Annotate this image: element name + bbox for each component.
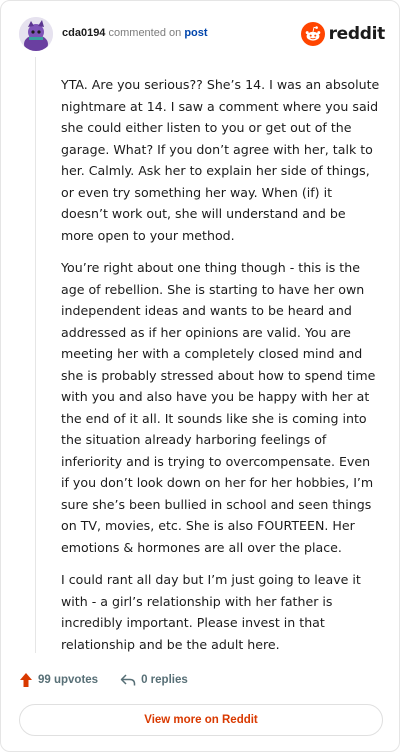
reply-button[interactable]: 0 replies bbox=[120, 673, 188, 687]
upvote-button[interactable]: 99 upvotes bbox=[19, 672, 98, 688]
avatar[interactable] bbox=[19, 17, 53, 51]
comment-paragraph: YTA. Are you serious?? She’s 14. I was a… bbox=[61, 77, 380, 243]
avatar-icon bbox=[19, 17, 53, 51]
comment-paragraph: You’re right about one thing though - th… bbox=[61, 260, 376, 555]
reddit-snoo-icon bbox=[300, 22, 325, 46]
upvote-count: 99 upvotes bbox=[38, 674, 99, 686]
view-more-button[interactable]: View more on Reddit bbox=[19, 704, 383, 736]
comment-body: YTA. Are you serious?? She’s 14. I was a… bbox=[61, 74, 381, 666]
reply-count: 0 replies bbox=[141, 674, 188, 686]
comment-footer: 99 upvotes 0 replies bbox=[19, 669, 210, 691]
thread-line bbox=[35, 57, 36, 653]
post-link[interactable]: post bbox=[184, 27, 207, 39]
action-text: commented on bbox=[108, 27, 182, 39]
brand-name: reddit bbox=[328, 24, 386, 44]
username-link[interactable]: cda0194 bbox=[62, 27, 105, 39]
upvote-arrow-icon bbox=[20, 673, 32, 687]
comment-meta: cda0194 commented on post bbox=[62, 27, 208, 39]
comment-header: cda0194 commented on post reddit bbox=[19, 17, 385, 53]
comment-paragraph: I could rant all day but I’m just going … bbox=[61, 572, 361, 652]
reply-arrow-icon bbox=[120, 674, 136, 686]
reddit-logo[interactable]: reddit bbox=[300, 21, 386, 47]
comment-card: cda0194 commented on post reddit YTA. Ar… bbox=[0, 0, 400, 752]
